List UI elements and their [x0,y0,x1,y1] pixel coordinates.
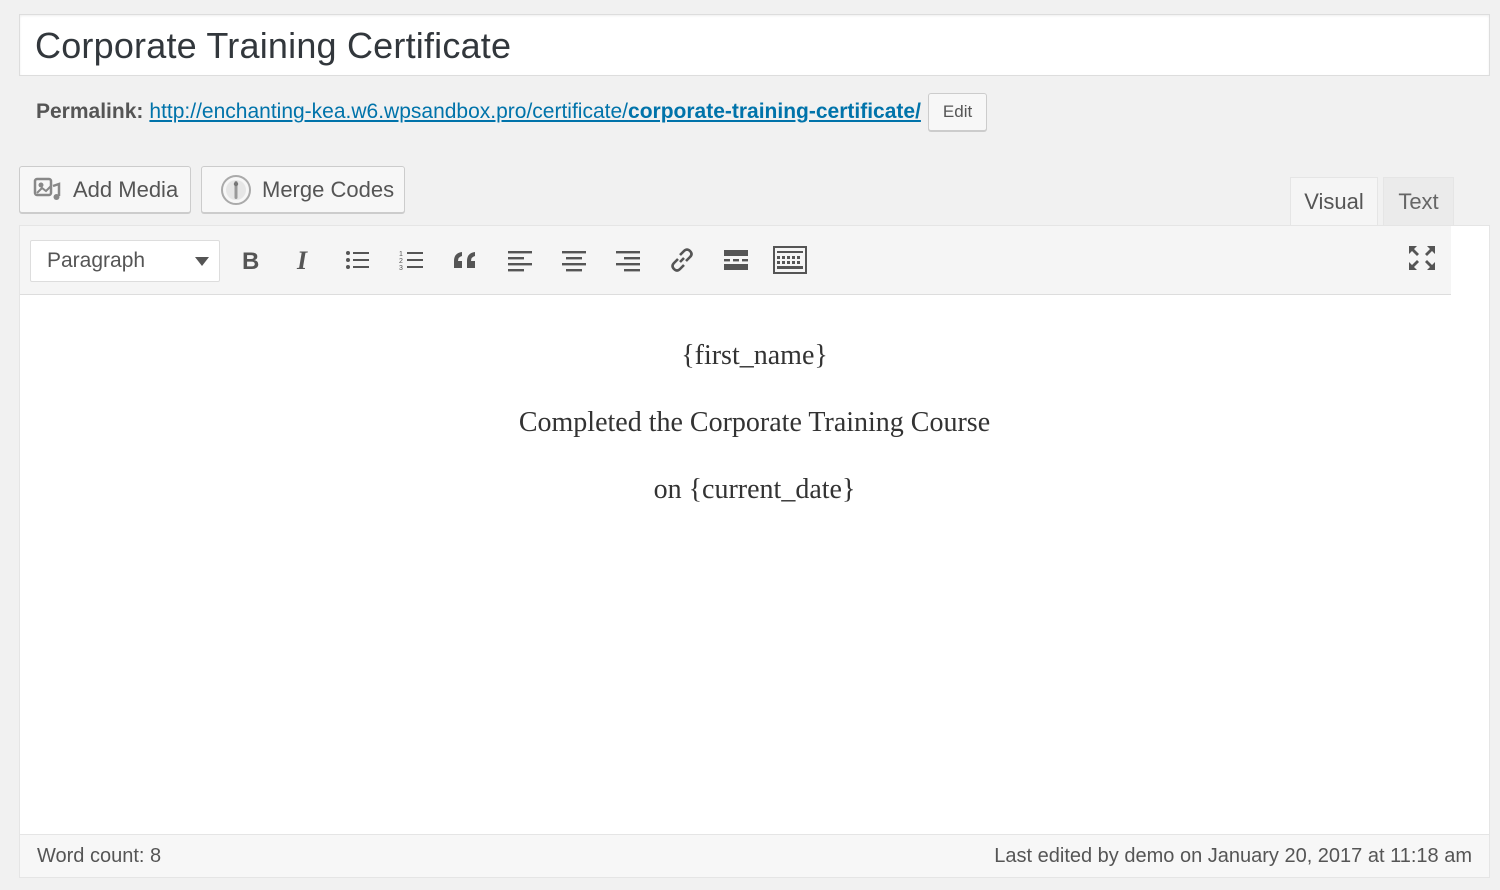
toolbar-toggle-icon [773,246,807,274]
chevron-down-icon [195,257,209,266]
bold-button[interactable]: B [231,240,271,280]
blockquote-icon [454,252,475,268]
italic-icon: I [296,248,308,272]
permalink-row: Permalink: http://enchanting-kea.w6.wpsa… [36,93,988,131]
format-select[interactable]: Paragraph [30,240,220,282]
content-line-date: on {current_date} [653,474,856,505]
editor-status-bar: Word count: 8 Last edited by demo on Jan… [20,834,1489,877]
align-right-button[interactable] [608,240,648,280]
content-line-completed: Completed the Corporate Training Course [518,407,991,438]
italic-button[interactable]: I [284,240,324,280]
tab-text[interactable]: Text [1383,177,1454,225]
post-title-text: Corporate Training Certificate [35,25,512,66]
svg-text:I: I [296,248,308,272]
editor: Paragraph B I 1 2 3 {first_name} Complet… [19,225,1490,878]
permalink-edit-button[interactable]: Edit [927,93,988,131]
align-left-button[interactable] [500,240,540,280]
align-left-icon [508,251,532,272]
merge-codes-icon [220,174,252,206]
fullscreen-button[interactable] [1402,238,1442,278]
permalink-url-base: http://enchanting-kea.w6.wpsandbox.pro/c… [149,100,629,123]
read-more-icon [724,250,748,270]
numbered-list-icon: 1 2 3 [399,251,423,272]
permalink-label: Permalink: [36,100,144,123]
numbered-list-button[interactable]: 1 2 3 [392,240,432,280]
align-center-icon [562,251,586,272]
add-media-icon [33,176,63,204]
svg-text:2: 2 [399,258,403,265]
fullscreen-icon [1409,246,1435,270]
format-select-value: Paragraph [47,249,146,272]
editor-toolbar: Paragraph B I 1 2 3 [20,226,1451,295]
permalink-url-slug: corporate-training-certificate/ [628,100,921,123]
read-more-button[interactable] [716,240,756,280]
post-title-field[interactable]: Corporate Training Certificate [19,14,1490,76]
bullet-list-button[interactable] [338,240,378,280]
svg-text:B: B [242,248,259,272]
link-button[interactable] [662,240,702,280]
svg-text:1: 1 [399,251,403,258]
word-count: Word count: 8 [37,845,162,867]
editor-content-area[interactable]: {first_name} Completed the Corporate Tra… [20,296,1489,836]
link-icon [671,248,693,272]
content-line-first-name: {first_name} [681,340,828,371]
add-media-label: Add Media [73,176,179,202]
merge-codes-button[interactable]: Merge Codes [201,166,405,213]
permalink-link[interactable]: http://enchanting-kea.w6.wpsandbox.pro/c… [149,100,921,124]
last-edited-info: Last edited by demo on January 20, 2017 … [994,845,1472,867]
align-right-icon [616,251,640,272]
merge-codes-label: Merge Codes [262,176,395,202]
blockquote-button[interactable] [446,240,486,280]
bullet-list-icon [346,251,369,269]
tab-visual[interactable]: Visual [1290,177,1378,225]
toolbar-toggle-button[interactable] [770,240,810,280]
bold-icon: B [242,248,259,272]
svg-text:3: 3 [399,265,403,272]
align-center-button[interactable] [554,240,594,280]
add-media-button[interactable]: Add Media [19,166,191,213]
